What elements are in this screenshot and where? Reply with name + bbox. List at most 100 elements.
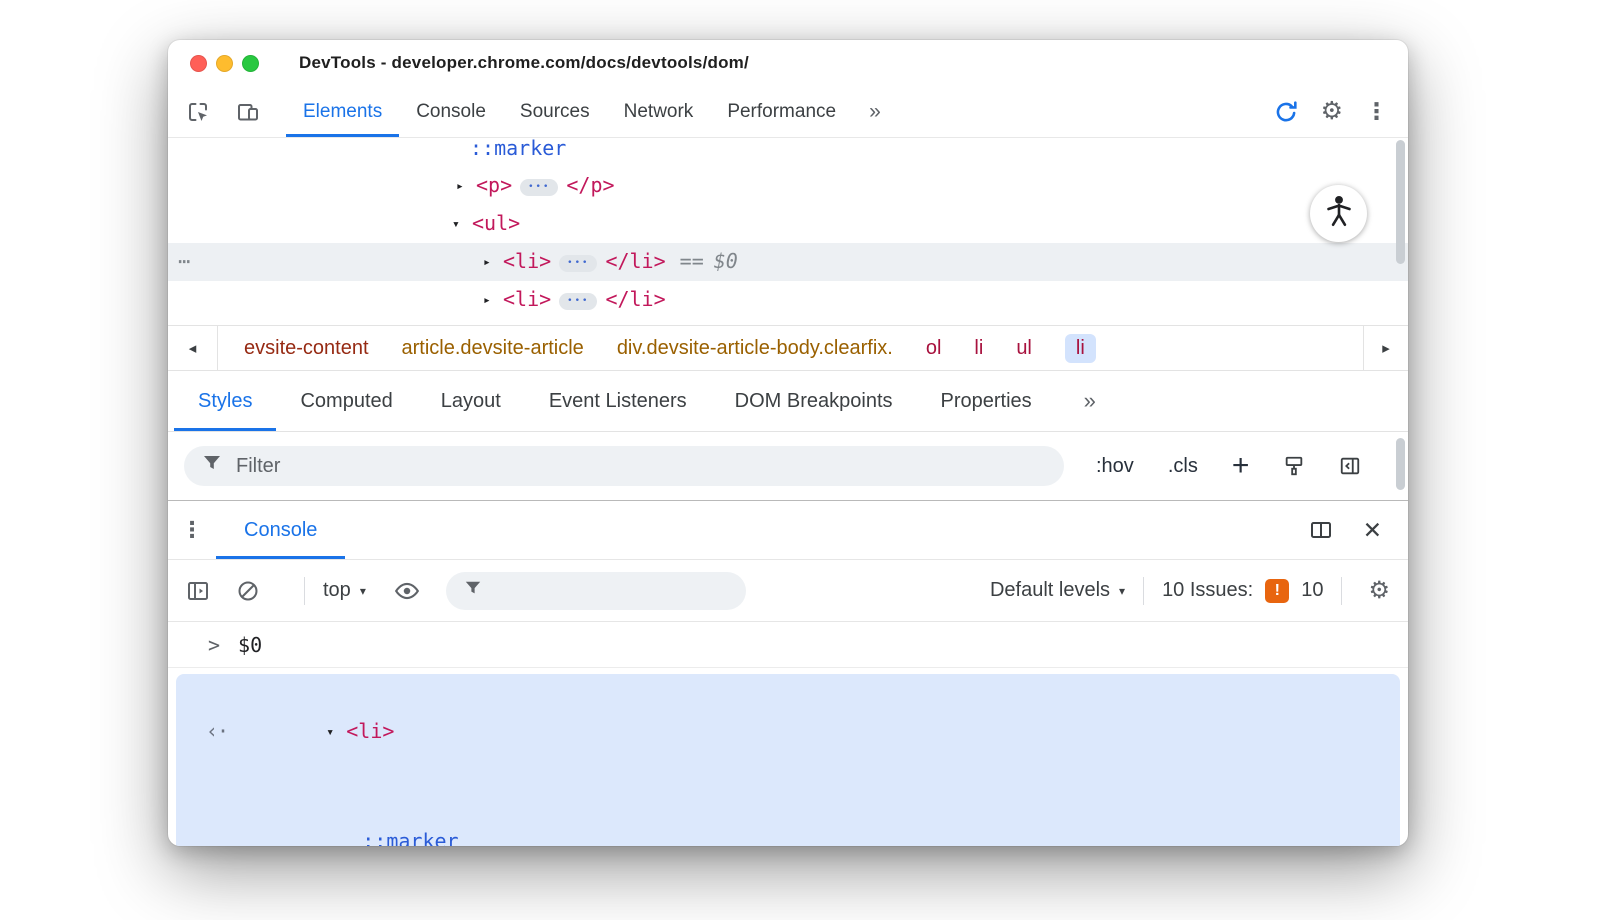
breadcrumb-item[interactable]: ul: [1016, 337, 1032, 360]
tab-console[interactable]: Console: [399, 86, 503, 137]
breadcrumb: ◂ evsite-content article.devsite-article…: [168, 325, 1408, 371]
toggle-element-state-button[interactable]: :hov: [1096, 455, 1134, 478]
sidebar-tabs: Styles Computed Layout Event Listeners D…: [168, 371, 1408, 432]
dom-row-p[interactable]: ▸ <p> ••• </p>: [168, 167, 1408, 205]
tag-close: </li>: [605, 287, 666, 311]
collapse-arrow-icon[interactable]: ▾: [326, 715, 346, 751]
paint-roller-icon[interactable]: [1283, 455, 1305, 477]
tab-properties[interactable]: Properties: [917, 371, 1056, 431]
new-style-rule-button[interactable]: +: [1232, 451, 1250, 481]
clear-console-icon[interactable]: [236, 579, 260, 603]
breadcrumb-item[interactable]: article.devsite-article: [402, 337, 584, 360]
inline-expand-button[interactable]: •••: [559, 293, 598, 310]
expand-arrow-icon[interactable]: ▸: [483, 244, 503, 281]
pseudo-element-label: ::marker: [470, 138, 567, 160]
breadcrumb-item[interactable]: div.devsite-article-body.clearfix.: [617, 337, 893, 360]
zoom-window-button[interactable]: [242, 54, 259, 72]
drawer-kebab-menu-icon[interactable]: ⋮: [168, 501, 216, 559]
kebab-menu-icon[interactable]: ⋮: [1365, 100, 1388, 123]
context-selector[interactable]: top ▾: [323, 579, 366, 602]
tab-performance-label: Performance: [727, 100, 837, 122]
breadcrumb-item-selected[interactable]: li: [1064, 333, 1096, 363]
console-toolbar: top ▾ Default levels ▾ 10 Issues: ! 10 ⚙: [168, 560, 1408, 622]
accessibility-button[interactable]: [1310, 185, 1367, 242]
expand-arrow-icon[interactable]: ▸: [456, 168, 476, 205]
tab-console-label: Console: [416, 100, 486, 122]
console-sidebar-icon[interactable]: [186, 579, 210, 603]
gear-icon[interactable]: ⚙: [1321, 99, 1343, 124]
tab-elements[interactable]: Elements: [286, 86, 399, 137]
sync-icon[interactable]: [1273, 99, 1299, 125]
minimize-window-button[interactable]: [216, 54, 233, 72]
inline-expand-button[interactable]: •••: [520, 179, 559, 196]
dom-row-li[interactable]: ▸ <li> ••• </li>: [168, 281, 1408, 319]
element-classes-button[interactable]: .cls: [1168, 455, 1198, 478]
dom-tree: ::marker ▸ <p> ••• </p> ▾ <ul> ⋯ ▸ <li> ••• </li…: [168, 138, 1408, 325]
tab-elements-label: Elements: [303, 100, 383, 122]
tab-styles[interactable]: Styles: [174, 371, 276, 431]
collapse-arrow-icon[interactable]: ▾: [452, 206, 472, 243]
tab-computed[interactable]: Computed: [276, 371, 416, 431]
breadcrumb-item[interactable]: li: [974, 337, 983, 360]
filter-funnel-icon: [464, 579, 482, 603]
issues-count: 10: [1301, 579, 1324, 601]
split-panel-icon[interactable]: [1309, 518, 1333, 542]
breadcrumb-forward-button[interactable]: ▸: [1363, 326, 1408, 370]
tab-dom-breakpoints[interactable]: DOM Breakpoints: [711, 371, 917, 431]
tab-console-drawer-label: Console: [244, 518, 318, 541]
divider: [304, 576, 305, 605]
close-window-button[interactable]: [190, 54, 207, 72]
inspect-element-icon[interactable]: [186, 100, 210, 124]
live-expression-eye-icon[interactable]: [394, 578, 420, 604]
breadcrumb-back-button[interactable]: ◂: [168, 326, 218, 370]
divider: [1143, 576, 1145, 605]
expand-arrow-icon[interactable]: ▸: [483, 282, 503, 319]
close-icon[interactable]: ✕: [1363, 517, 1382, 544]
tab-event-listeners[interactable]: Event Listeners: [525, 371, 711, 431]
result-line-marker: ::marker: [176, 787, 1400, 846]
chevron-left-icon: ◂: [188, 340, 197, 357]
inline-expand-button[interactable]: •••: [559, 255, 598, 272]
tag-open: <p>: [476, 173, 513, 197]
console-filter-input[interactable]: [493, 578, 728, 603]
console-drawer-header: ⋮ Console ✕: [168, 500, 1408, 560]
window-controls: [190, 54, 259, 72]
device-toolbar-icon[interactable]: [236, 100, 260, 124]
styles-controls: :hov .cls +: [1096, 451, 1361, 481]
styles-scrollbar[interactable]: [1396, 438, 1405, 490]
tab-layout[interactable]: Layout: [417, 371, 525, 431]
toolbar-right-icons: ⚙ ⋮: [1273, 86, 1408, 137]
tab-performance[interactable]: Performance: [710, 86, 853, 137]
tab-console-drawer[interactable]: Console: [216, 501, 345, 559]
dom-scrollbar[interactable]: [1396, 140, 1405, 264]
tab-network[interactable]: Network: [607, 86, 711, 137]
tab-computed-label: Computed: [300, 389, 393, 412]
tag-open: <li>: [503, 249, 552, 273]
dom-row-ul[interactable]: ▾ <ul>: [168, 205, 1408, 243]
tab-sources[interactable]: Sources: [503, 86, 607, 137]
dom-row-marker[interactable]: ::marker: [168, 138, 1408, 167]
issues-counter[interactable]: 10 Issues: ! 10: [1162, 578, 1324, 603]
console-toolbar-right: Default levels ▾ 10 Issues: ! 10 ⚙: [990, 576, 1390, 605]
evaluated-expression[interactable]: $0: [238, 633, 262, 657]
dom-rows: ::marker ▸ <p> ••• </p> ▾ <ul> ⋯ ▸ <li> ••• </li…: [168, 138, 1408, 319]
log-levels-label: Default levels: [989, 579, 1111, 601]
breadcrumb-item[interactable]: evsite-content: [244, 337, 369, 360]
toolbar-left-icons: [168, 86, 286, 137]
console-settings-gear-icon[interactable]: ⚙: [1368, 578, 1390, 603]
tab-layout-label: Layout: [440, 389, 501, 412]
toggle-sidebar-icon[interactable]: [1339, 455, 1361, 477]
chevron-down-icon: ▾: [1119, 583, 1126, 598]
overflow-indicator-icon: ⋯: [178, 249, 191, 273]
dom-row-li-selected[interactable]: ⋯ ▸ <li> ••• </li> == $0: [168, 243, 1408, 281]
tab-dom-breakpoints-label: DOM Breakpoints: [734, 389, 893, 412]
styles-filter-input[interactable]: [234, 453, 1046, 479]
styles-filter: [184, 446, 1064, 486]
output-arrow-icon: ‹·: [206, 719, 229, 743]
log-levels-selector[interactable]: Default levels ▾: [990, 579, 1125, 602]
tab-sources-label: Sources: [519, 100, 590, 122]
main-toolbar: Elements Console Sources Network Perform…: [168, 86, 1408, 138]
more-tabs-button[interactable]: »: [853, 86, 897, 137]
breadcrumb-item[interactable]: ol: [926, 337, 942, 360]
more-tabs-button[interactable]: »: [1056, 371, 1124, 431]
